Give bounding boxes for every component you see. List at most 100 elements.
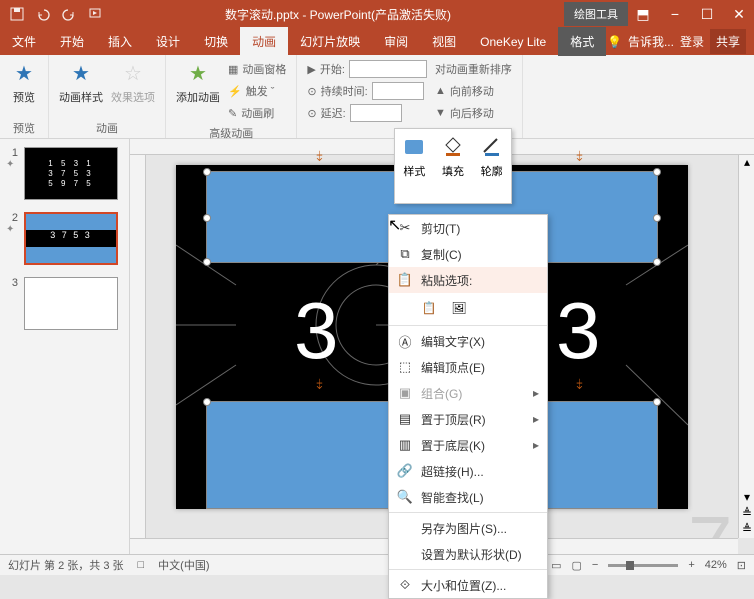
tab-onekey[interactable]: OneKey Lite (468, 29, 558, 55)
tab-format[interactable]: 格式 (558, 27, 606, 56)
animation-styles-button[interactable]: ★ 动画样式 (59, 59, 103, 105)
selection-handle[interactable] (653, 398, 661, 406)
start-dropdown[interactable] (349, 60, 427, 78)
from-beginning-icon[interactable] (86, 5, 104, 23)
menu-cut[interactable]: ✂剪切(T) (389, 215, 547, 241)
delay-label: ⊙ (307, 107, 316, 120)
group-preview: ★ 预览 预览 (0, 55, 49, 138)
close-icon[interactable]: ✕ (724, 3, 754, 25)
thumbnail-slide-3[interactable]: 3 (6, 277, 123, 330)
menu-copy[interactable]: ⧉复制(C) (389, 241, 547, 267)
zoom-percent[interactable]: 42% (705, 559, 727, 571)
bring-front-icon: ▤ (397, 411, 413, 427)
zoom-slider[interactable] (608, 564, 678, 567)
digit-text[interactable]: 3 (294, 285, 339, 377)
up-icon: ▲ (435, 85, 446, 97)
next-slide-icon[interactable]: ≜ (739, 522, 754, 538)
menu-save-as-picture[interactable]: 另存为图片(S)... (389, 515, 547, 541)
undo-icon[interactable] (34, 5, 52, 23)
slide-thumbnails-pane[interactable]: 1✦ 1 5 3 1 3 7 5 3 5 9 7 5 2✦ 3 7 5 3 3 (0, 139, 130, 554)
delay-input[interactable] (350, 104, 402, 122)
cut-icon: ✂ (397, 220, 413, 236)
scroll-down-icon[interactable]: ▾ (739, 490, 754, 506)
animation-anchor-icon[interactable]: ⤈ (316, 375, 322, 392)
share-button[interactable]: 共享 (710, 29, 746, 54)
zoom-thumb[interactable] (626, 561, 634, 570)
scroll-up-icon[interactable]: ▴ (739, 155, 754, 171)
animation-anchor-icon[interactable]: ⤈ (576, 375, 582, 392)
selection-handle[interactable] (203, 214, 211, 222)
menu-set-default-shape[interactable]: 设置为默认形状(D) (389, 541, 547, 567)
menu-send-back[interactable]: ▥置于底层(K)▸ (389, 432, 547, 458)
login-button[interactable]: 登录 (680, 33, 704, 50)
selection-handle[interactable] (653, 168, 661, 176)
animation-anchor-icon[interactable]: ⤈ (576, 147, 582, 164)
preview-button[interactable]: ★ 预览 (10, 59, 38, 105)
selection-handle[interactable] (203, 398, 211, 406)
menu-edit-text[interactable]: Ⓐ编辑文字(X) (389, 328, 547, 354)
menu-smart-lookup[interactable]: 🔍智能查找(L) (389, 484, 547, 510)
tab-review[interactable]: 审阅 (372, 27, 420, 56)
shape-outline-button[interactable]: 轮廓 (472, 129, 511, 203)
move-earlier-button: ▲向前移动 (435, 81, 512, 101)
animation-anchor-icon[interactable]: ⤈ (316, 147, 322, 164)
paste-use-theme-button[interactable]: 📋 (417, 296, 441, 320)
digit-text[interactable]: 3 (556, 285, 601, 377)
fit-to-window-icon[interactable]: ⊡ (737, 559, 746, 572)
tab-transition[interactable]: 切换 (192, 27, 240, 56)
tab-animation[interactable]: 动画 (240, 27, 288, 56)
size-icon: ⟐ (397, 577, 413, 593)
vertical-scrollbar[interactable]: ▴ ▾ ≜ ≜ (738, 155, 754, 538)
drawing-tools-tab[interactable]: 绘图工具 (564, 2, 628, 26)
zoom-out-button[interactable]: − (592, 559, 598, 571)
slideshow-view-icon[interactable]: ▢ (571, 559, 581, 572)
menu-bring-front[interactable]: ▤置于顶层(R)▸ (389, 406, 547, 432)
reading-view-icon[interactable]: ▭ (551, 559, 561, 572)
selection-handle[interactable] (653, 214, 661, 222)
ribbon-options-icon[interactable]: ⬒ (628, 3, 658, 25)
thumbnail-image: 3 7 5 3 (24, 212, 118, 265)
tab-insert[interactable]: 插入 (96, 27, 144, 56)
save-icon[interactable] (8, 5, 26, 23)
menu-paste-options: 📋粘贴选项: (389, 267, 547, 293)
send-back-icon: ▥ (397, 437, 413, 453)
move-later-button: ▼向后移动 (435, 103, 512, 123)
tab-slideshow[interactable]: 幻灯片放映 (288, 27, 372, 56)
slide-counter[interactable]: 幻灯片 第 2 张，共 3 张 (8, 557, 124, 573)
prev-slide-icon[interactable]: ≜ (739, 506, 754, 522)
minimize-icon[interactable]: − (660, 3, 690, 25)
selection-handle[interactable] (203, 258, 211, 266)
zoom-in-button[interactable]: + (688, 559, 694, 571)
paste-picture-button[interactable]: 🖼 (447, 296, 471, 320)
style-icon (402, 135, 426, 159)
language-indicator[interactable]: 中文(中国) (158, 557, 209, 573)
selection-handle[interactable] (653, 258, 661, 266)
window-controls: ⬒ − ☐ ✕ (628, 3, 754, 25)
submenu-arrow-icon: ▸ (533, 438, 539, 452)
thumbnail-slide-2[interactable]: 2✦ 3 7 5 3 (6, 212, 123, 265)
animation-painter-button[interactable]: ✎动画刷 (228, 103, 286, 123)
shape-style-button[interactable]: 样式 (395, 129, 434, 203)
menu-size-position[interactable]: ⟐大小和位置(Z)... (389, 572, 547, 598)
tab-design[interactable]: 设计 (144, 27, 192, 56)
status-bar: 幻灯片 第 2 张，共 3 张 □ 中文(中国) ≐ 备注 💬 批注 ▣ ⊞ ▭… (0, 554, 754, 575)
pane-icon: ▦ (228, 63, 238, 76)
thumbnail-image (24, 277, 118, 330)
shape-fill-button[interactable]: 填充 (434, 129, 473, 203)
menu-hyperlink[interactable]: 🔗超链接(H)... (389, 458, 547, 484)
selection-handle[interactable] (203, 168, 211, 176)
tell-me-input[interactable]: 告诉我... (628, 33, 674, 50)
menu-edit-points[interactable]: ⬚编辑顶点(E) (389, 354, 547, 380)
reorder-label: 对动画重新排序 (435, 61, 512, 77)
redo-icon[interactable] (60, 5, 78, 23)
tab-file[interactable]: 文件 (0, 27, 48, 56)
trigger-button[interactable]: ⚡触发 ˇ (228, 81, 286, 101)
tab-home[interactable]: 开始 (48, 27, 96, 56)
animation-pane-button[interactable]: ▦动画窗格 (228, 59, 286, 79)
add-animation-button[interactable]: ★ 添加动画 (176, 59, 220, 105)
thumbnail-slide-1[interactable]: 1✦ 1 5 3 1 3 7 5 3 5 9 7 5 (6, 147, 123, 200)
maximize-icon[interactable]: ☐ (692, 3, 722, 25)
duration-input[interactable] (372, 82, 424, 100)
spellcheck-icon[interactable]: □ (138, 559, 145, 571)
tab-view[interactable]: 视图 (420, 27, 468, 56)
